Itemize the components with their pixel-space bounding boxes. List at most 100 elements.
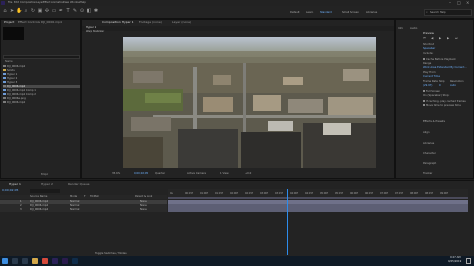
current-time-display[interactable]: 0;00;02;05 — [134, 172, 148, 176]
workspace-small-screen[interactable]: Small Screen — [342, 11, 359, 15]
eraser-tool-icon[interactable]: ◧ — [86, 9, 92, 15]
project-search-input[interactable] — [3, 55, 80, 59]
prev-frame-icon[interactable]: ◀ — [431, 37, 433, 40]
taskbar-search-icon[interactable] — [12, 258, 18, 264]
menu-window[interactable]: Window — [70, 1, 80, 5]
windows-start-icon[interactable] — [2, 258, 8, 264]
column-parent[interactable]: Parent & Link — [135, 195, 152, 199]
tab-layer[interactable]: Layer (none) — [172, 21, 191, 25]
list-item[interactable]: DJI_0006a.png — [3, 97, 80, 100]
tab-timeline-hyper-1[interactable]: Hyper 1 — [9, 183, 21, 187]
composition-frame[interactable] — [123, 37, 376, 168]
list-item[interactable]: DJI_0006.mp4 — [3, 101, 80, 104]
layer-mode[interactable]: Normal — [70, 204, 79, 208]
range-dropdown[interactable]: Work Area Extended By Current... — [423, 66, 467, 70]
bit-depth-button[interactable]: 8 bpc — [41, 173, 48, 177]
project-name-header[interactable]: Name — [5, 60, 13, 64]
play-icon[interactable]: ▶ — [439, 37, 441, 40]
menu-help[interactable]: Help — [80, 1, 86, 5]
workspace-default[interactable]: Default — [290, 11, 299, 15]
search-help-field[interactable]: ⌕ Search Help — [424, 9, 472, 16]
workspace-libraries[interactable]: Libraries — [366, 11, 377, 15]
type-tool-icon[interactable]: T — [65, 9, 71, 15]
tab-info[interactable]: Info — [398, 27, 403, 31]
photoshop-icon[interactable] — [72, 258, 78, 264]
tab-audio[interactable]: Audio — [410, 27, 417, 31]
pen-tool-icon[interactable]: ✒ — [58, 9, 64, 15]
list-item-selected[interactable]: DJI_0006.mp4 — [3, 85, 80, 88]
maximize-icon[interactable]: □ — [457, 0, 461, 5]
play-from-dropdown[interactable]: Current Time — [423, 75, 440, 79]
clone-tool-icon[interactable]: ⊙ — [79, 9, 85, 15]
work-area-bar[interactable] — [168, 197, 468, 199]
menu-file[interactable]: File — [8, 1, 12, 5]
menu-composition[interactable]: Composition — [20, 1, 36, 5]
tab-render-queue[interactable]: Render Queue — [68, 183, 90, 187]
tab-timeline-hyper-2[interactable]: Hyper 2 — [41, 183, 53, 187]
close-icon[interactable]: × — [466, 0, 469, 5]
puppet-tool-icon[interactable]: ✱ — [93, 9, 99, 15]
resolution-dropdown[interactable]: Quarter — [155, 172, 165, 176]
list-item[interactable]: DJI_0006.mp4 — [3, 65, 80, 68]
hand-tool-icon[interactable]: ✋ — [16, 9, 22, 15]
section-align[interactable]: Align — [423, 131, 430, 135]
section-tracker[interactable]: Tracker — [423, 172, 432, 176]
menu-view[interactable]: View — [63, 1, 69, 5]
after-effects-icon[interactable] — [52, 258, 58, 264]
section-effects-presets[interactable]: Effects & Presets — [423, 120, 445, 124]
premiere-icon[interactable] — [62, 258, 68, 264]
timeline-search-input[interactable] — [30, 189, 60, 193]
menu-edit[interactable]: Edit — [14, 1, 19, 5]
zoom-tool-icon[interactable]: ⌕ — [23, 9, 29, 15]
section-character[interactable]: Character — [423, 152, 436, 156]
layer-duration-bar[interactable] — [168, 208, 468, 212]
rotate-tool-icon[interactable]: ↻ — [30, 9, 36, 15]
column-mode[interactable]: Mode — [70, 195, 77, 199]
section-paragraph[interactable]: Paragraph — [423, 162, 436, 166]
section-libraries[interactable]: Libraries — [423, 142, 434, 146]
frame-rate-value[interactable]: (29.97) — [423, 84, 432, 88]
list-item[interactable]: DJI_0006.mp4 Comp 1 — [3, 89, 80, 92]
skip-value[interactable]: 0 — [439, 84, 441, 88]
camera-dropdown[interactable]: Active Camera — [187, 172, 206, 176]
timeline-timecode[interactable]: 0;00;02;05 — [2, 189, 18, 192]
layer-mode[interactable]: Normal — [70, 208, 79, 212]
minimize-icon[interactable]: – — [449, 0, 451, 5]
layer-parent[interactable]: None — [140, 204, 147, 208]
camera-tool-icon[interactable]: ▣ — [37, 9, 43, 15]
tab-effect-controls[interactable]: Effect Controls DJI_0006.mp4 — [18, 21, 62, 25]
column-t[interactable]: T — [84, 195, 86, 199]
column-trkmat[interactable]: TrkMat — [90, 195, 99, 199]
column-source-name[interactable]: Source Name — [30, 195, 47, 199]
chrome-icon[interactable] — [42, 258, 48, 264]
brush-tool-icon[interactable]: ✎ — [72, 9, 78, 15]
notification-icon[interactable] — [466, 258, 471, 264]
layer-parent[interactable]: None — [140, 200, 147, 204]
views-dropdown[interactable]: 1 View — [220, 172, 229, 176]
workspace-standard[interactable]: Standard — [320, 11, 332, 15]
last-frame-icon[interactable]: ⏭ — [455, 37, 458, 40]
tab-footage[interactable]: Footage (none) — [139, 21, 162, 25]
move-time-checkbox[interactable]: Move time to preview time — [423, 104, 461, 108]
timeline-layer-row[interactable]: 3 DJI_0006.mp4 Normal None — [0, 208, 167, 212]
zoom-dropdown[interactable]: 35.6% — [112, 172, 120, 176]
next-frame-icon[interactable]: ▶ — [447, 37, 449, 40]
resolution-value[interactable]: Auto — [450, 84, 456, 88]
list-item[interactable]: Hyper 2 — [3, 77, 80, 80]
file-explorer-icon[interactable] — [32, 258, 38, 264]
playhead[interactable] — [287, 189, 288, 255]
taskbar-date[interactable]: 9/25/2019 — [448, 260, 461, 264]
rectangle-tool-icon[interactable]: ▭ — [51, 9, 57, 15]
home-tool-icon[interactable]: ⌂ — [2, 9, 8, 15]
menu-effect[interactable]: Effect — [43, 1, 50, 5]
workspace-learn[interactable]: Learn — [306, 11, 313, 15]
layer-parent[interactable]: None — [140, 208, 147, 212]
task-view-icon[interactable] — [22, 258, 28, 264]
layer-mode[interactable]: Normal — [70, 200, 79, 204]
selection-tool-icon[interactable]: ➤ — [9, 9, 15, 15]
first-frame-icon[interactable]: ⏮ — [423, 37, 426, 40]
list-item[interactable]: Hyper 3 — [3, 81, 80, 84]
exposure-offset[interactable]: +0.0 — [245, 172, 251, 176]
shortcut-dropdown[interactable]: Spacebar — [423, 47, 435, 51]
subtab-warp-stabilizer[interactable]: Warp Stabilizer — [86, 30, 104, 33]
